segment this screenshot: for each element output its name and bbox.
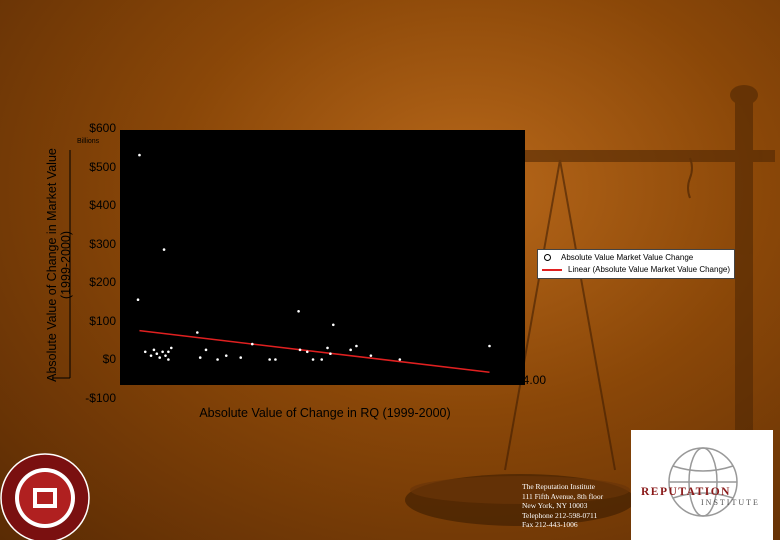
scatter-point <box>204 348 208 352</box>
trend-line <box>139 329 490 373</box>
scatter-point <box>311 358 315 361</box>
scatter-point <box>149 354 153 357</box>
x-tick-label: 8.00 <box>342 373 366 387</box>
scatter-point <box>331 323 335 327</box>
x-tick-label: 4.00 <box>226 373 251 387</box>
scatter-point <box>488 344 491 348</box>
x-tick-label: 6.00 <box>284 373 308 387</box>
y-tick-label: $400 <box>89 198 116 213</box>
y-tick-label: $600 <box>89 121 116 135</box>
scatter-point <box>169 346 173 350</box>
scatter-point <box>167 350 170 354</box>
scatter-point <box>161 350 164 354</box>
legend-label-trend: Linear (Absolute Value Market Value Chan… <box>568 265 731 274</box>
scatter-point <box>239 356 243 359</box>
address-line: New York, NY 10003 <box>522 501 588 510</box>
scatter-plot <box>136 153 491 373</box>
scatter-point <box>155 352 159 356</box>
chart-legend: Absolute Value Market Value Change Linea… <box>537 249 735 279</box>
scatter-point <box>274 358 277 361</box>
x-tick-label: 2.00 <box>168 373 193 387</box>
reputation-institute-logo: REPUTATION INSTITUTE <box>631 430 773 540</box>
legend-item-trend: Linear (Absolute Value Market Value Chan… <box>542 264 730 276</box>
logo-text-reputation: REPUTATION <box>641 486 731 498</box>
scatter-point <box>268 358 271 361</box>
scatter-point <box>224 354 228 357</box>
address-block: The Reputation Institute 111 Fifth Avenu… <box>522 482 603 530</box>
scatter-point <box>196 331 199 334</box>
scatter-point <box>167 358 170 361</box>
scatter-point <box>164 354 167 357</box>
scatter-point <box>158 356 162 359</box>
x-tick-label: 12.00 <box>458 373 489 387</box>
scatter-point <box>398 358 402 361</box>
university-seal <box>0 453 90 540</box>
logo-text-institute: INSTITUTE <box>701 498 760 507</box>
scatter-point <box>355 344 358 348</box>
scatter-point <box>162 248 166 251</box>
legend-circle-marker <box>544 254 551 262</box>
address-line: Fax 212-443-1006 <box>522 520 578 529</box>
scatter-point <box>152 348 156 352</box>
units-note: Billions <box>77 138 100 145</box>
x-tick-label: 14.00 <box>516 373 547 387</box>
scatter-point <box>216 358 219 361</box>
y-tick-label: $500 <box>89 159 116 174</box>
globe-icon <box>668 447 738 517</box>
y-tick-label: $0 <box>102 352 116 367</box>
scatter-point <box>326 346 329 350</box>
scatter-point <box>136 298 140 302</box>
scatter-point <box>329 352 332 356</box>
scatter-point <box>143 350 147 354</box>
scatter-point <box>198 356 202 359</box>
x-tick-label: 10.00 <box>400 373 431 387</box>
address-line: The Reputation Institute <box>522 482 595 491</box>
legend-item-scatter: Absolute Value Market Value Change <box>544 252 693 264</box>
y-tick-label: $100 <box>89 313 116 328</box>
scatter-point <box>349 348 352 352</box>
y-tick-label: $200 <box>89 275 116 290</box>
y-tick-label: -$100 <box>85 391 116 405</box>
scatter-point <box>297 309 300 313</box>
address-line: 111 Fifth Avenue, 8th floor <box>522 491 604 501</box>
address-line: Telephone 212-598-0711 <box>522 510 598 520</box>
scatter-point <box>138 153 141 157</box>
scatter-point <box>320 358 324 361</box>
scatter-point <box>250 342 254 346</box>
y-tick-label: $300 <box>89 236 116 251</box>
scatter-point <box>298 348 302 352</box>
x-axis-title: Absolute Value of Change in RQ (1999-200… <box>199 406 451 420</box>
scatter-point <box>369 354 373 357</box>
legend-line-marker <box>542 268 562 271</box>
legend-label-scatter: Absolute Value Market Value Change <box>561 253 694 262</box>
scatter-point <box>305 350 309 354</box>
plot-area <box>120 130 525 385</box>
x-tick-label: .00 <box>121 373 138 387</box>
